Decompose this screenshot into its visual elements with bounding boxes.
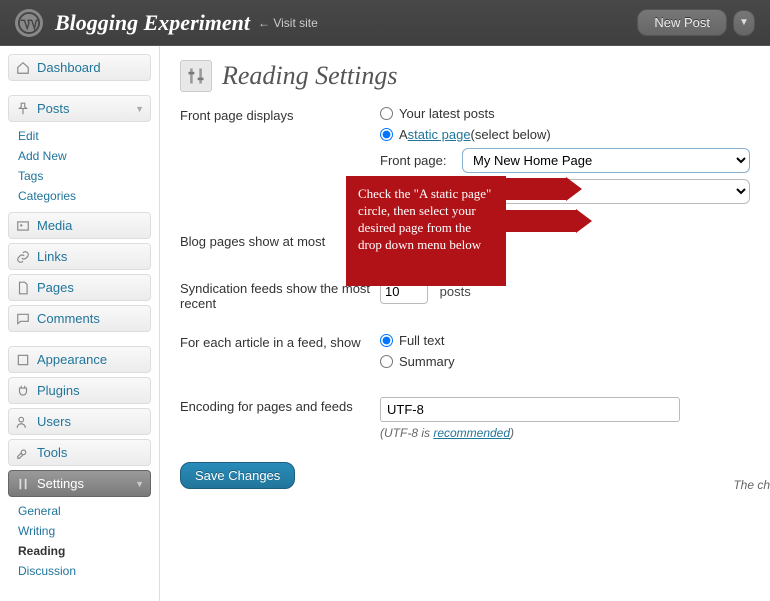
truncated-text: The ch [733, 478, 770, 492]
sliders-icon [180, 60, 212, 92]
radio-latest-posts[interactable]: Your latest posts [380, 106, 750, 121]
sidebar-item-posts[interactable]: Posts ▼ [8, 95, 151, 122]
sidebar-item-label: Plugins [37, 383, 80, 398]
sidebar-item-label: Tools [37, 445, 67, 460]
encoding-input[interactable] [380, 397, 680, 422]
submenu-tags[interactable]: Tags [14, 166, 151, 186]
new-post-dropdown[interactable]: ▼ [733, 10, 755, 36]
new-post-button[interactable]: New Post [637, 9, 727, 36]
sidebar-item-label: Comments [37, 311, 100, 326]
submenu-categories[interactable]: Categories [14, 186, 151, 206]
page-title: Reading Settings [222, 61, 397, 91]
radio-full-text[interactable]: Full text [380, 333, 750, 348]
label-for-each-article: For each article in a feed, show [180, 333, 380, 350]
label-front-page-displays: Front page displays [180, 106, 380, 123]
submenu-add-new[interactable]: Add New [14, 146, 151, 166]
comment-icon [15, 312, 31, 326]
annotation-callout: Check the "A static page" circle, then s… [346, 176, 506, 286]
submenu-writing[interactable]: Writing [14, 521, 151, 541]
site-title[interactable]: Blogging Experiment [55, 10, 250, 36]
sidebar-item-media[interactable]: Media [8, 212, 151, 239]
save-changes-button[interactable]: Save Changes [180, 462, 295, 489]
label-front-page: Front page: [380, 153, 462, 168]
sidebar-item-label: Posts [37, 101, 70, 116]
radio-label: Full text [399, 333, 445, 348]
encoding-hint: (UTF-8 is recommended) [380, 426, 750, 440]
annotation-arrow-icon [506, 178, 566, 200]
radio-summary-input[interactable] [380, 355, 393, 368]
sidebar-item-label: Links [37, 249, 67, 264]
static-page-link[interactable]: static page [408, 127, 471, 142]
link-icon [15, 250, 31, 264]
radio-summary[interactable]: Summary [380, 354, 750, 369]
pin-icon [15, 102, 31, 116]
sidebar-item-appearance[interactable]: Appearance [8, 346, 151, 373]
submenu-reading[interactable]: Reading [14, 541, 151, 561]
sidebar-item-settings[interactable]: Settings ▼ [8, 470, 151, 497]
sidebar-item-plugins[interactable]: Plugins [8, 377, 151, 404]
settings-submenu: General Writing Reading Discussion [14, 501, 151, 581]
sidebar-item-label: Settings [37, 476, 84, 491]
tools-icon [15, 446, 31, 460]
users-icon [15, 415, 31, 429]
front-page-select[interactable]: My New Home Page [462, 148, 750, 173]
chevron-down-icon: ▼ [135, 479, 144, 489]
sidebar-item-pages[interactable]: Pages [8, 274, 151, 301]
radio-label-prefix: A [399, 127, 408, 142]
page-icon [15, 281, 31, 295]
label-encoding: Encoding for pages and feeds [180, 397, 380, 414]
sidebar-item-label: Appearance [37, 352, 107, 367]
visit-site-link[interactable]: ← Visit site [258, 16, 318, 30]
sidebar-item-links[interactable]: Links [8, 243, 151, 270]
radio-static-page-input[interactable] [380, 128, 393, 141]
top-bar: Blogging Experiment ← Visit site New Pos… [0, 0, 770, 46]
admin-sidebar: Dashboard Posts ▼ Edit Add New Tags Cate… [0, 46, 160, 601]
radio-latest-posts-input[interactable] [380, 107, 393, 120]
settings-icon [15, 477, 31, 491]
submenu-discussion[interactable]: Discussion [14, 561, 151, 581]
radio-label-suffix: (select below) [471, 127, 551, 142]
radio-full-text-input[interactable] [380, 334, 393, 347]
submenu-general[interactable]: General [14, 501, 151, 521]
radio-label: Summary [399, 354, 455, 369]
sidebar-item-label: Media [37, 218, 72, 233]
sidebar-item-label: Pages [37, 280, 74, 295]
main-content: Reading Settings Front page displays You… [160, 46, 770, 601]
posts-suffix: posts [440, 284, 471, 299]
annotation-arrow-icon [506, 210, 576, 232]
submenu-edit[interactable]: Edit [14, 126, 151, 146]
sidebar-item-dashboard[interactable]: Dashboard [8, 54, 151, 81]
home-icon [15, 61, 31, 75]
wordpress-logo-icon [15, 9, 43, 37]
radio-label: Your latest posts [399, 106, 495, 121]
sidebar-item-label: Users [37, 414, 71, 429]
appearance-icon [15, 353, 31, 367]
sidebar-item-tools[interactable]: Tools [8, 439, 151, 466]
posts-submenu: Edit Add New Tags Categories [14, 126, 151, 206]
plugin-icon [15, 384, 31, 398]
sidebar-item-comments[interactable]: Comments [8, 305, 151, 332]
sidebar-item-users[interactable]: Users [8, 408, 151, 435]
recommended-link[interactable]: recommended [433, 426, 510, 440]
radio-static-page[interactable]: A static page (select below) [380, 127, 750, 142]
sidebar-item-label: Dashboard [37, 60, 101, 75]
chevron-down-icon: ▼ [135, 104, 144, 114]
media-icon [15, 219, 31, 233]
